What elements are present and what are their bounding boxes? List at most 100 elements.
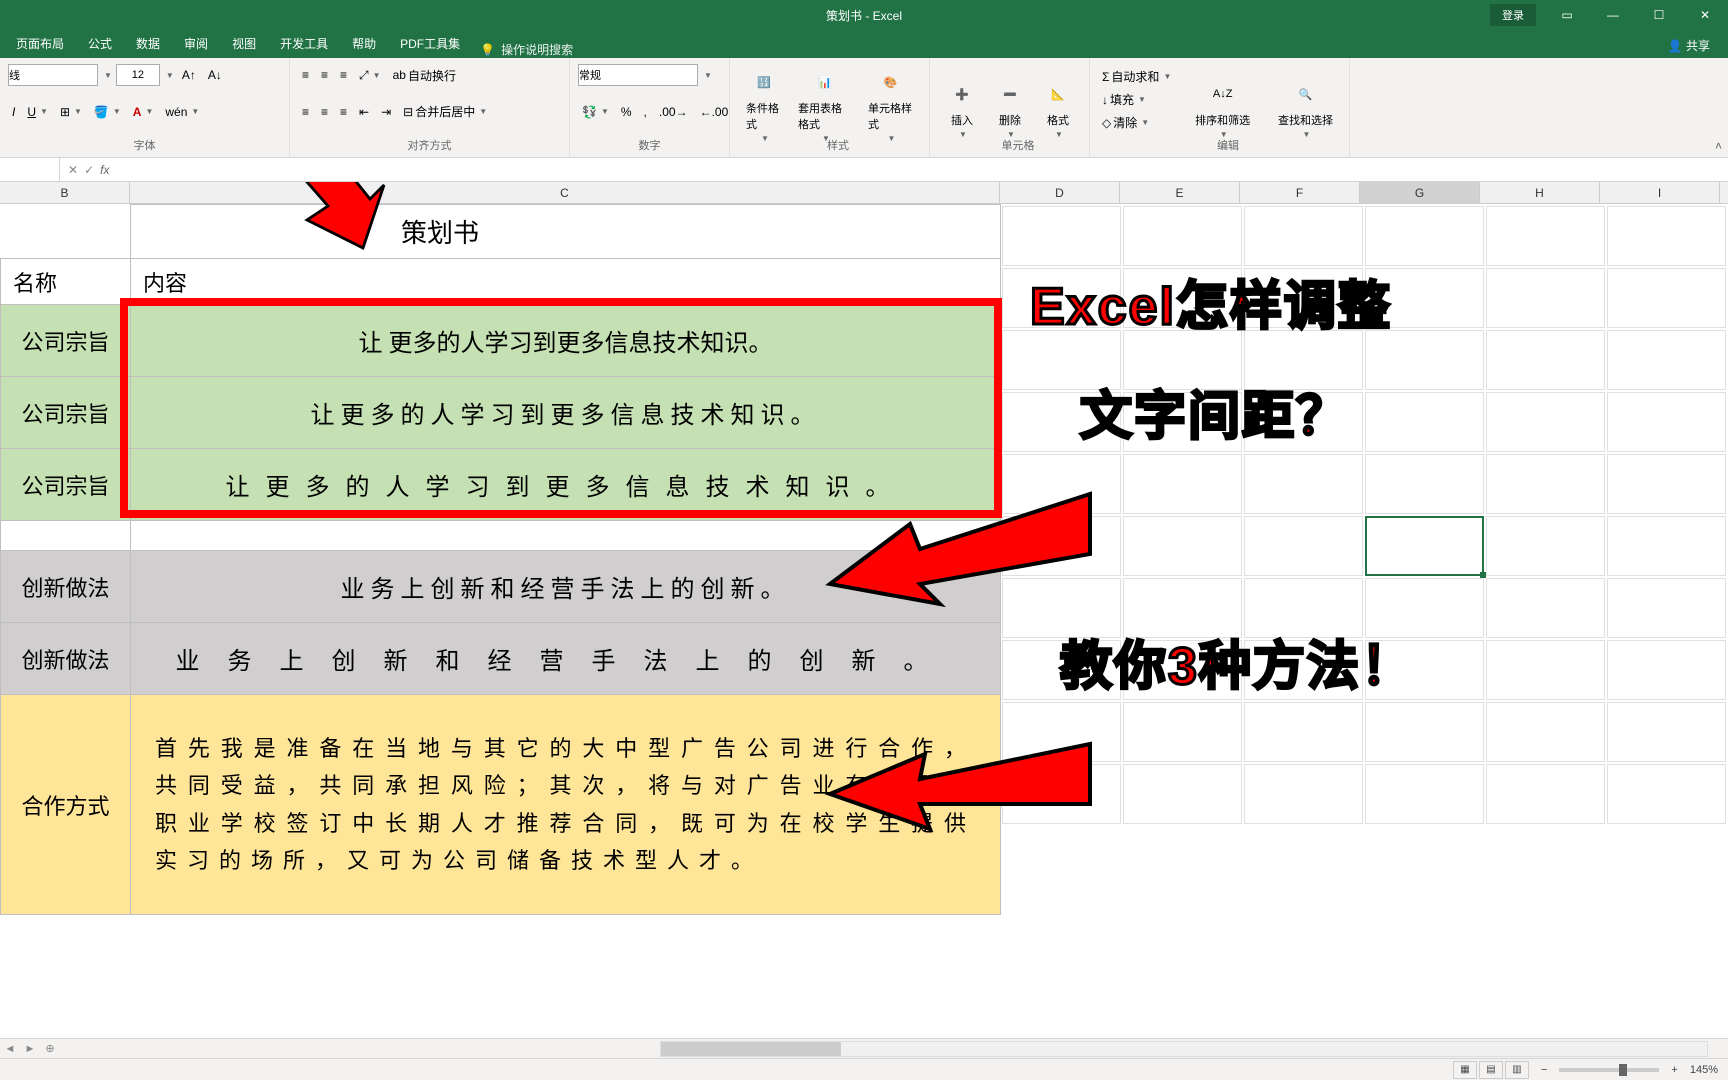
row4-label[interactable]: 创新做法	[1, 623, 131, 695]
tab-help[interactable]: 帮助	[340, 29, 388, 58]
ribbon-options-icon[interactable]: ▭	[1544, 0, 1590, 30]
zoom-level[interactable]: 145%	[1690, 1064, 1718, 1076]
border-button[interactable]: ⊞▼	[56, 103, 86, 121]
italic-button[interactable]: I	[8, 103, 19, 121]
ribbon-tabs: 页面布局 公式 数据 审阅 视图 开发工具 帮助 PDF工具集 💡 操作说明搜索…	[0, 30, 1728, 58]
col-header-D[interactable]: D	[1000, 182, 1120, 203]
login-button[interactable]: 登录	[1490, 4, 1536, 26]
lightbulb-icon: 💡	[480, 43, 495, 57]
cancel-formula-icon[interactable]: ✕	[68, 163, 78, 177]
currency-icon[interactable]: 💱▼	[578, 103, 613, 121]
indent-icon[interactable]: ⇥	[377, 103, 395, 121]
tab-review[interactable]: 审阅	[172, 29, 220, 58]
tab-pagelayout[interactable]: 页面布局	[4, 29, 76, 58]
align-top-icon[interactable]: ≡	[298, 66, 313, 84]
dec-decimal-icon[interactable]: ←.00	[696, 103, 733, 121]
col-header-C[interactable]: C	[130, 182, 1000, 203]
fx-icon[interactable]: fx	[100, 163, 109, 177]
name-box[interactable]	[0, 158, 60, 181]
orientation-icon[interactable]: ⤢▼	[355, 66, 385, 85]
empty-grid[interactable]	[1000, 204, 1728, 826]
window-title: 策划书 - Excel	[826, 7, 902, 24]
grow-font-icon[interactable]: A↑	[178, 66, 200, 84]
align-bot-icon[interactable]: ≡	[336, 66, 351, 84]
title-cell[interactable]: 策划书	[131, 205, 1001, 259]
group-label-align: 对齐方式	[298, 135, 561, 155]
close-icon[interactable]: ✕	[1682, 0, 1728, 30]
row0-content[interactable]: 让 更多的人学习到更多信息技术知识。	[131, 305, 1001, 377]
new-sheet-icon[interactable]: ⊕	[40, 1042, 60, 1055]
tab-pdf[interactable]: PDF工具集	[388, 29, 472, 58]
align-right-icon[interactable]: ≡	[336, 103, 351, 121]
share-button[interactable]: 👤 共享	[1660, 33, 1718, 58]
header-name[interactable]: 名称	[1, 259, 131, 305]
page-break-view-icon[interactable]: ▥	[1505, 1061, 1529, 1079]
autosum-button[interactable]: Σ 自动求和▼	[1098, 66, 1175, 87]
row1-content[interactable]: 让更多的人学习到更多信息技术知识。	[131, 377, 1001, 449]
zoom-out-icon[interactable]: −	[1541, 1064, 1547, 1076]
align-mid-icon[interactable]: ≡	[317, 66, 332, 84]
outdent-icon[interactable]: ⇤	[355, 103, 373, 121]
col-header-F[interactable]: F	[1240, 182, 1360, 203]
row3-content[interactable]: 业务上创新和经营手法上的创新。	[131, 551, 1001, 623]
active-cell[interactable]	[1365, 516, 1484, 576]
tell-me-search[interactable]: 💡 操作说明搜索	[480, 41, 573, 58]
tab-view[interactable]: 视图	[220, 29, 268, 58]
group-label-edit: 编辑	[1098, 135, 1358, 155]
col-header-H[interactable]: H	[1480, 182, 1600, 203]
formula-input[interactable]	[117, 163, 1728, 177]
row2-label[interactable]: 公司宗旨	[1, 449, 131, 521]
minimize-icon[interactable]: —	[1590, 0, 1636, 30]
font-color-button[interactable]: A▼	[129, 103, 158, 121]
row5-content[interactable]: 首先我是准备在当地与其它的大中型广告公司进行合作，共同受益，共同承担风险；其次，…	[131, 695, 1001, 915]
collapse-ribbon-icon[interactable]: ˄	[1715, 139, 1722, 153]
inc-decimal-icon[interactable]: .00→	[655, 103, 692, 121]
fill-color-button[interactable]: 🪣▼	[90, 103, 125, 121]
tab-dev[interactable]: 开发工具	[268, 29, 340, 58]
worksheet-grid[interactable]: B C D E F G H I 策划书 名称内容 公司宗旨让 更多的人学习到更多…	[0, 182, 1728, 1058]
merge-center-button[interactable]: ⊟ 合并后居中▼	[399, 101, 491, 122]
normal-view-icon[interactable]: ▦	[1453, 1061, 1477, 1079]
tab-data[interactable]: 数据	[124, 29, 172, 58]
header-content[interactable]: 内容	[131, 259, 1001, 305]
zoom-slider[interactable]	[1559, 1068, 1659, 1072]
horizontal-scrollbar[interactable]	[660, 1041, 1708, 1057]
tab-formulas[interactable]: 公式	[76, 29, 124, 58]
status-bar: ▦ ▤ ▥ − + 145%	[0, 1058, 1728, 1080]
row1-label[interactable]: 公司宗旨	[1, 377, 131, 449]
tab-scroll-right-icon[interactable]: ►	[20, 1043, 40, 1055]
data-table: 策划书 名称内容 公司宗旨让 更多的人学习到更多信息技术知识。 公司宗旨让更多的…	[0, 204, 1001, 915]
clear-button[interactable]: ◇ 清除▼	[1098, 112, 1175, 133]
comma-icon[interactable]: ,	[640, 103, 651, 121]
enter-formula-icon[interactable]: ✓	[84, 163, 94, 177]
fill-button[interactable]: ↓ 填充▼	[1098, 89, 1175, 110]
font-family-select[interactable]	[8, 64, 98, 86]
percent-icon[interactable]: %	[617, 103, 636, 121]
underline-button[interactable]: U▼	[23, 103, 52, 121]
maximize-icon[interactable]: ☐	[1636, 0, 1682, 30]
group-label-styles: 样式	[738, 135, 938, 155]
row3-label[interactable]: 创新做法	[1, 551, 131, 623]
group-label-cells: 单元格	[938, 135, 1098, 155]
col-header-G[interactable]: G	[1360, 182, 1480, 203]
col-header-B[interactable]: B	[0, 182, 130, 203]
number-format-select[interactable]	[578, 64, 698, 86]
group-label-font: 字体	[8, 135, 281, 155]
col-header-E[interactable]: E	[1120, 182, 1240, 203]
shrink-font-icon[interactable]: A↓	[204, 66, 226, 84]
page-layout-view-icon[interactable]: ▤	[1479, 1061, 1503, 1079]
row5-label[interactable]: 合作方式	[1, 695, 131, 915]
zoom-in-icon[interactable]: +	[1671, 1064, 1677, 1076]
wrap-text-button[interactable]: ab 自动换行	[389, 65, 460, 86]
align-left-icon[interactable]: ≡	[298, 103, 313, 121]
row4-content[interactable]: 业务上创新和经营手法上的创新。	[131, 623, 1001, 695]
title-bar: 策划书 - Excel 登录 ▭ — ☐ ✕	[0, 0, 1728, 30]
ribbon: ▼ ▼ A↑ A↓ I U▼ ⊞▼ 🪣▼ A▼ wén▼ 字体 ≡ ≡ ≡ ⤢▼…	[0, 58, 1728, 158]
row2-content[interactable]: 让更多的人学习到更多信息技术知识。	[131, 449, 1001, 521]
font-size-select[interactable]	[116, 64, 160, 86]
phonetic-button[interactable]: wén▼	[161, 103, 203, 121]
tab-scroll-left-icon[interactable]: ◄	[0, 1043, 20, 1055]
align-center-icon[interactable]: ≡	[317, 103, 332, 121]
row0-label[interactable]: 公司宗旨	[1, 305, 131, 377]
col-header-I[interactable]: I	[1600, 182, 1720, 203]
